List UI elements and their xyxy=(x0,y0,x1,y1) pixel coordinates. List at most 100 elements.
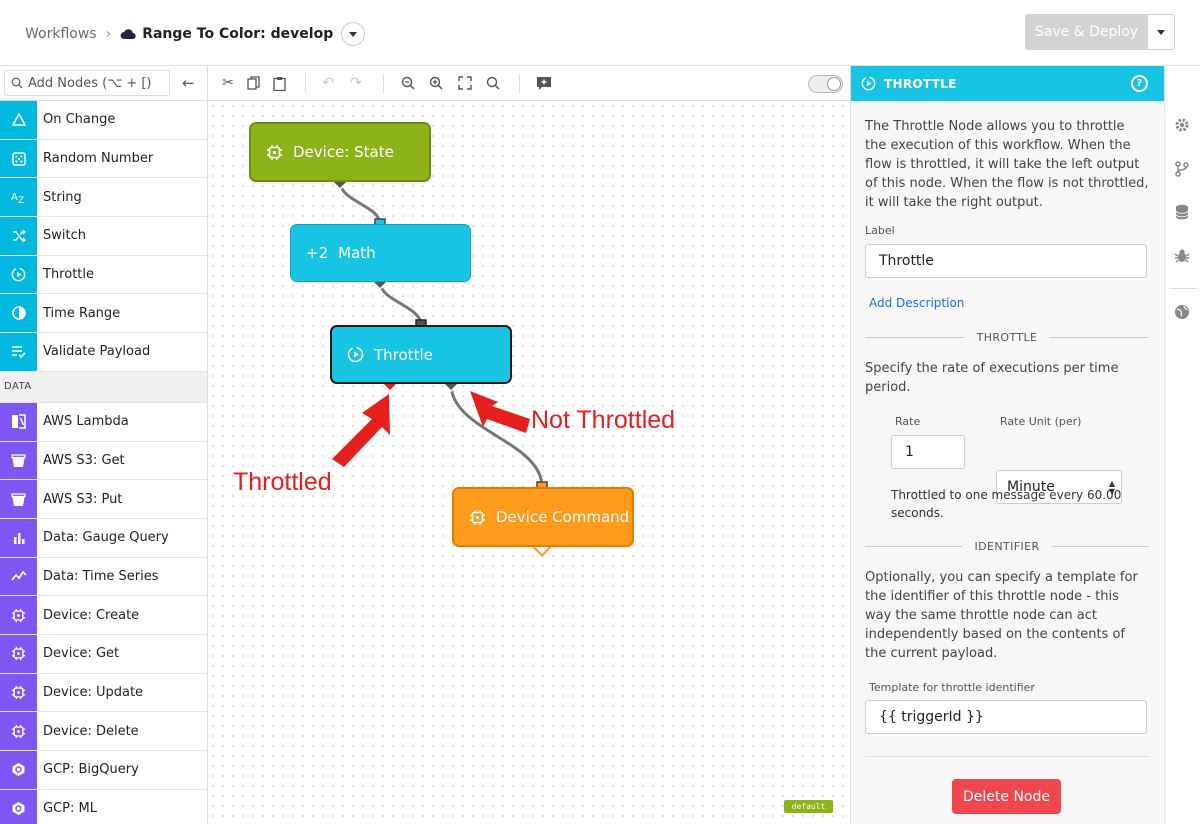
rate-caption: Rate xyxy=(895,415,921,428)
side-icon-strip xyxy=(1164,66,1200,824)
palette-item-device-delete[interactable]: Device: Delete xyxy=(0,712,207,751)
palette-item-throttle[interactable]: Throttle xyxy=(0,255,207,295)
branch-icon[interactable] xyxy=(1173,160,1191,178)
palette-item-label: Device: Delete xyxy=(43,723,139,739)
palette-item-label: Device: Update xyxy=(43,684,144,700)
palette-item-device-get[interactable]: Device: Get xyxy=(0,634,207,674)
checklist-icon xyxy=(0,333,37,371)
shuffle-icon xyxy=(0,217,37,255)
node-device-command[interactable]: Device Command xyxy=(452,487,634,547)
zoom-in-icon[interactable] xyxy=(428,75,444,91)
template-identifier-input[interactable]: {{ triggerId }} xyxy=(865,700,1147,734)
palette-item-label: String xyxy=(43,189,82,205)
palette-item-label: Device: Get xyxy=(43,646,120,662)
identifier-section-title: IDENTIFIER xyxy=(974,539,1040,553)
palette-item-aws-s3-get[interactable]: AWS S3: Get xyxy=(0,441,207,481)
palette-item-label: Random Number xyxy=(43,151,154,167)
palette-item-aws-s3-put[interactable]: AWS S3: Put xyxy=(0,480,207,519)
zoom-reset-icon[interactable] xyxy=(485,75,501,91)
palette-item-label: Data: Time Series xyxy=(43,568,159,584)
deploy-options-button[interactable] xyxy=(1148,14,1175,50)
add-comment-icon[interactable] xyxy=(536,75,552,91)
az-icon: AZ xyxy=(0,178,37,217)
palette-item-label: Device: Create xyxy=(43,607,140,623)
debug-toggle[interactable] xyxy=(808,75,843,93)
node-label: Throttle xyxy=(374,345,433,364)
chevron-down-icon xyxy=(349,31,358,37)
node-device-state[interactable]: Device: State xyxy=(249,122,431,182)
annotation-throttled: Throttled xyxy=(233,468,332,496)
connections-layer xyxy=(331,173,552,557)
cut-icon[interactable]: ✂ xyxy=(220,75,236,91)
top-header: Workflows › Range To Color: develop Save… xyxy=(0,0,1200,66)
palette-item-aws-lambda[interactable]: AWS Lambda xyxy=(0,402,207,442)
chip-icon xyxy=(0,596,37,634)
paste-icon[interactable] xyxy=(271,75,287,91)
add-nodes-search-input[interactable]: Add Nodes (⌥ + [) xyxy=(4,70,170,96)
delete-node-button[interactable]: Delete Node xyxy=(952,779,1061,814)
panel-title: THROTTLE xyxy=(884,76,957,91)
bug-icon[interactable] xyxy=(1173,247,1191,265)
play-circle-icon xyxy=(0,255,37,294)
palette-item-device-create[interactable]: Device: Create xyxy=(0,596,207,635)
panel-header: THROTTLE ? xyxy=(851,66,1164,101)
breadcrumb-separator: › xyxy=(105,26,112,42)
palette-item-gcp-ml[interactable]: GCP: ML xyxy=(0,789,207,824)
palette-section-data: DATA xyxy=(0,371,207,403)
zoom-out-icon[interactable] xyxy=(400,75,416,91)
rate-input[interactable]: 1 xyxy=(891,435,965,469)
bucket-icon xyxy=(0,480,37,518)
save-deploy-button[interactable]: Save & Deploy xyxy=(1025,14,1148,50)
palette-search-row: Add Nodes (⌥ + [) ← xyxy=(0,66,207,101)
chip-icon xyxy=(0,712,37,750)
palette-item-gcp-bigquery[interactable]: GCP: BigQuery xyxy=(0,751,207,790)
node-throttle[interactable]: Throttle xyxy=(330,325,512,384)
palette-item-switch[interactable]: Switch xyxy=(0,217,207,256)
copy-icon[interactable] xyxy=(245,75,261,91)
node-label: Math xyxy=(338,244,376,262)
palette-item-time-range[interactable]: Time Range xyxy=(0,294,207,334)
rate-description: Specify the rate of executions per time … xyxy=(865,361,1119,395)
palette-item-on-change[interactable]: On Change xyxy=(0,101,207,140)
palette-item-device-update[interactable]: Device: Update xyxy=(0,673,207,713)
node-math[interactable]: +2 Math xyxy=(290,224,471,282)
chip-icon xyxy=(0,634,37,673)
palette-item-data-gauge-query[interactable]: Data: Gauge Query xyxy=(0,518,207,558)
dice-icon xyxy=(0,139,37,178)
node-label: Device Command xyxy=(496,508,630,526)
undo-icon[interactable]: ↶ xyxy=(320,75,336,91)
svg-text:Z: Z xyxy=(18,196,24,204)
palette-item-random-number[interactable]: Random Number xyxy=(0,139,207,179)
label-input[interactable]: Throttle xyxy=(865,244,1147,278)
palette-item-label: AWS S3: Put xyxy=(43,491,123,507)
palette-item-data-time-series[interactable]: Data: Time Series xyxy=(0,557,207,597)
workflow-title: Range To Color: develop xyxy=(142,26,334,42)
palette-item-label: AWS S3: Get xyxy=(43,452,125,468)
workflow-menu-button[interactable] xyxy=(341,22,366,46)
globe-icon[interactable] xyxy=(1173,303,1191,321)
help-icon[interactable]: ? xyxy=(1131,75,1148,92)
add-description-link[interactable]: Add Description xyxy=(869,296,1153,310)
svg-text:A: A xyxy=(11,192,18,203)
throttled-arrow-icon xyxy=(332,394,390,467)
redo-icon[interactable]: ↷ xyxy=(348,75,364,91)
palette-item-label: GCP: ML xyxy=(43,801,97,817)
palette-item-string[interactable]: A Z String xyxy=(0,178,207,218)
collapse-arrow-icon[interactable]: ← xyxy=(182,74,195,92)
gear-icon[interactable] xyxy=(1173,116,1191,134)
palette-item-validate-payload[interactable]: Validate Payload xyxy=(0,333,207,372)
palette-item-label: AWS Lambda xyxy=(43,414,129,430)
strip-divider xyxy=(1169,288,1197,289)
search-icon xyxy=(11,77,23,89)
lambda-icon xyxy=(0,402,37,441)
throttle-section-divider: THROTTLE xyxy=(865,330,1150,344)
canvas-toolbar: ✂ ↶ ↷ xyxy=(208,66,850,101)
gcp-icon xyxy=(0,789,37,824)
connection-throttle-to-command xyxy=(449,383,544,488)
database-icon[interactable] xyxy=(1173,203,1191,221)
workflow-canvas[interactable]: Device: State +2 Math Throttle Device Co… xyxy=(208,101,850,824)
breadcrumb-workflows-link[interactable]: Workflows xyxy=(25,26,97,42)
cloud-icon xyxy=(120,29,136,40)
fit-screen-icon[interactable] xyxy=(457,75,473,91)
node-palette: Add Nodes (⌥ + [) ← On Change Random Numb… xyxy=(0,66,208,824)
